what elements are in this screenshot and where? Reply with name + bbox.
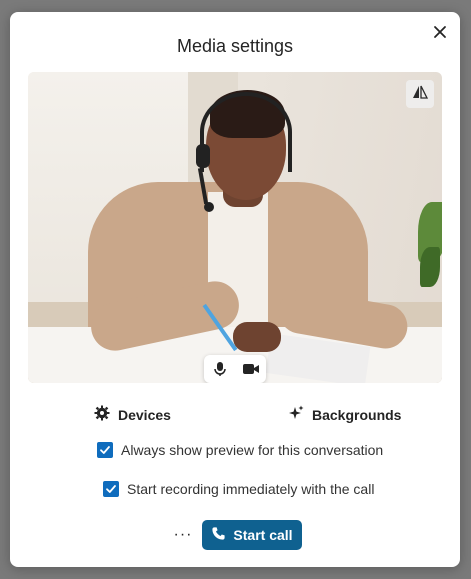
phone-icon bbox=[211, 526, 226, 544]
headset-earpiece bbox=[196, 144, 210, 168]
start-call-button[interactable]: Start call bbox=[202, 520, 302, 550]
mirror-preview-button[interactable] bbox=[406, 80, 434, 108]
av-controls bbox=[204, 355, 266, 383]
dialog-title: Media settings bbox=[176, 36, 294, 56]
headset bbox=[200, 92, 292, 172]
recording-checkbox[interactable] bbox=[103, 481, 119, 497]
camera-icon[interactable] bbox=[241, 359, 261, 379]
close-icon bbox=[433, 25, 447, 44]
media-settings-dialog: Media settings Devices Backgrounds Alway… bbox=[10, 12, 460, 567]
recording-checkbox-label: Start recording immediately with the cal… bbox=[127, 481, 375, 497]
mirror-icon bbox=[412, 84, 429, 105]
start-call-label: Start call bbox=[233, 527, 293, 543]
preview-checkbox-row: Always show preview for this conversatio… bbox=[97, 442, 383, 458]
dialog-footer: ··· Start call bbox=[10, 520, 460, 550]
preview-checkbox-label: Always show preview for this conversatio… bbox=[121, 442, 384, 458]
recording-checkbox-row: Start recording immediately with the cal… bbox=[103, 481, 374, 497]
devices-button[interactable]: Devices bbox=[94, 405, 171, 424]
devices-label: Devices bbox=[118, 406, 171, 423]
microphone-icon[interactable] bbox=[210, 359, 230, 379]
more-options-button[interactable]: ··· bbox=[172, 520, 194, 550]
backgrounds-button[interactable]: Backgrounds bbox=[288, 405, 401, 424]
backgrounds-label: Backgrounds bbox=[312, 406, 402, 423]
plant bbox=[420, 247, 440, 287]
close-button[interactable] bbox=[428, 22, 452, 46]
preview-checkbox[interactable] bbox=[97, 442, 113, 458]
sparkle-icon bbox=[288, 405, 304, 424]
camera-preview bbox=[28, 72, 442, 383]
headset-mic bbox=[204, 202, 214, 212]
person-hand bbox=[233, 322, 281, 352]
gear-icon bbox=[94, 405, 110, 424]
more-options-label: ··· bbox=[173, 526, 193, 543]
media-options: Devices Backgrounds bbox=[10, 405, 460, 427]
